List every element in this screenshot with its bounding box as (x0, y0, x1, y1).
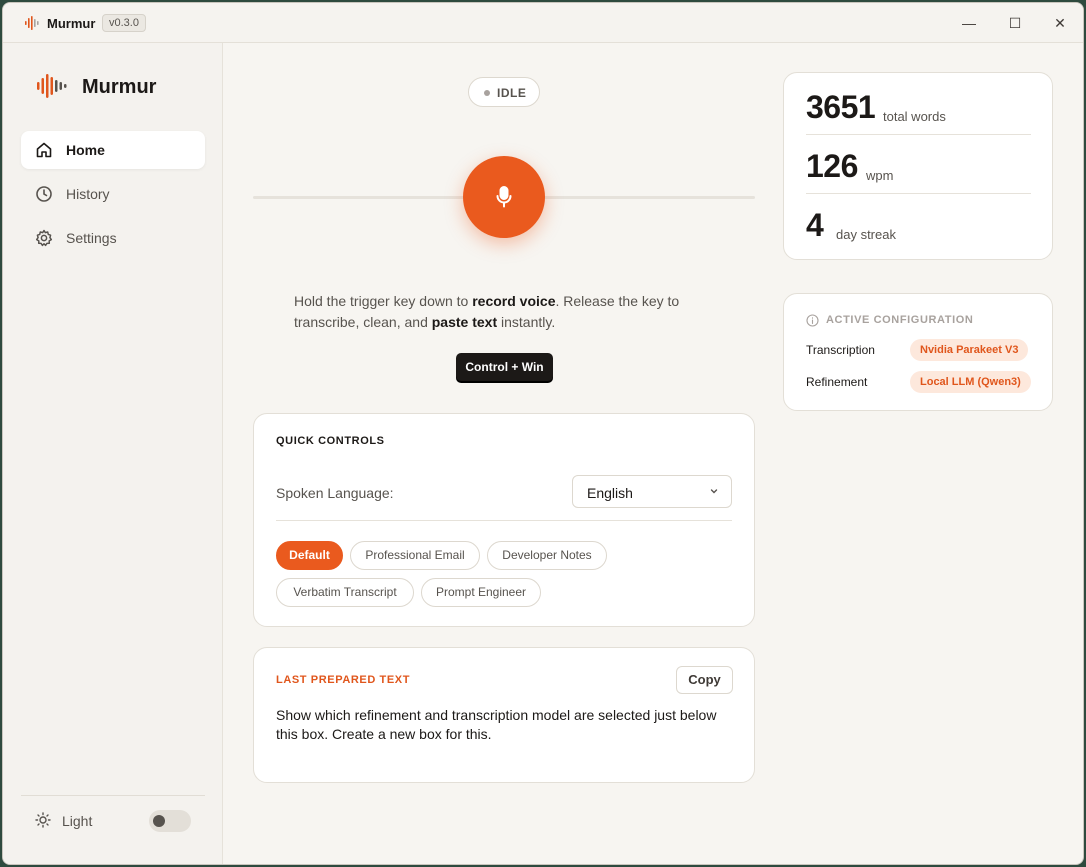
window-title: Murmur (47, 16, 96, 31)
config-label-refinement: Refinement (806, 375, 868, 389)
theme-label: Light (62, 813, 93, 829)
version-badge: v0.3.0 (102, 14, 146, 32)
stat-value: 4 (806, 207, 824, 243)
gear-icon (35, 229, 53, 247)
divider (806, 134, 1031, 135)
sidebar: Murmur Home History Settings Light (3, 43, 223, 864)
stat-wpm: 126 wpm (806, 148, 1031, 206)
maximize-button[interactable]: ☐ (1005, 13, 1025, 33)
stat-label: total words (883, 109, 946, 124)
stat-label: wpm (866, 168, 894, 183)
mode-chip-professional-email[interactable]: Professional Email (350, 541, 480, 570)
quick-controls-card: QUICK CONTROLS Spoken Language: English … (253, 413, 755, 627)
card-title: ACTIVE CONFIGURATION (826, 314, 974, 326)
sidebar-item-history[interactable]: History (21, 175, 205, 213)
clock-icon (36, 186, 52, 202)
mode-chip-default[interactable]: Default (276, 541, 343, 570)
language-value: English (587, 485, 633, 501)
prepared-text: Show which refinement and transcription … (276, 707, 717, 742)
sidebar-divider (21, 795, 205, 796)
instructions-part: Hold the trigger key down to (294, 293, 473, 309)
sun-icon (35, 812, 51, 828)
theme-toggle-row: Light (35, 809, 195, 833)
stat-value: 3651 (806, 89, 876, 125)
card-title: LAST PREPARED TEXT (276, 674, 411, 686)
divider (276, 520, 732, 521)
card-title: QUICK CONTROLS (276, 435, 385, 447)
sidebar-item-label: Home (66, 142, 105, 158)
close-button[interactable]: ✕ (1050, 13, 1070, 33)
stat-total-words: 3651 total words (806, 89, 1031, 147)
info-icon (806, 314, 819, 327)
app-window: Murmur v0.3.0 — ☐ ✕ Murmur Home History … (2, 2, 1084, 865)
divider (806, 193, 1031, 194)
status-text: IDLE (497, 86, 527, 100)
instructions-text: Hold the trigger key down to record voic… (294, 291, 724, 333)
brand: Murmur (37, 73, 156, 99)
active-configuration-card: ACTIVE CONFIGURATION Transcription Nvidi… (783, 293, 1053, 411)
instructions-part: instantly. (497, 314, 556, 330)
sidebar-item-label: Settings (66, 230, 117, 246)
theme-toggle[interactable] (149, 810, 191, 832)
instructions-emphasis: record voice (472, 293, 556, 309)
status-dot (484, 90, 490, 96)
toggle-knob (153, 815, 165, 827)
stat-day-streak: 4 day streak (806, 207, 1031, 265)
copy-button[interactable]: Copy (676, 666, 733, 694)
instructions-emphasis: paste text (431, 314, 498, 330)
microphone-icon (496, 186, 512, 208)
murmur-logo-icon (37, 74, 67, 98)
murmur-logo-icon (25, 16, 39, 30)
mode-chip-prompt-engineer[interactable]: Prompt Engineer (421, 578, 541, 607)
chevron-down-icon (710, 489, 718, 494)
brand-name: Murmur (82, 76, 157, 98)
mode-chip-verbatim-transcript[interactable]: Verbatim Transcript (276, 578, 414, 607)
status-badge: IDLE (468, 77, 540, 107)
config-label-transcription: Transcription (806, 343, 875, 357)
mode-chip-developer-notes[interactable]: Developer Notes (487, 541, 607, 570)
sidebar-item-settings[interactable]: Settings (21, 219, 205, 257)
config-value-transcription: Nvidia Parakeet V3 (910, 339, 1029, 361)
sidebar-item-label: History (66, 186, 110, 202)
language-select[interactable]: English (572, 475, 732, 508)
stats-card: 3651 total words 126 wpm 4 day streak (783, 72, 1053, 260)
home-icon (36, 142, 52, 158)
stat-label: day streak (836, 227, 896, 242)
minimize-button[interactable]: — (959, 13, 979, 33)
config-value-refinement: Local LLM (Qwen3) (910, 371, 1031, 393)
record-button[interactable] (463, 156, 545, 238)
title-bar: Murmur v0.3.0 — ☐ ✕ (3, 3, 1083, 43)
last-prepared-text-card: LAST PREPARED TEXT Copy Show which refin… (253, 647, 755, 783)
stat-value: 126 (806, 148, 858, 184)
sidebar-item-home[interactable]: Home (21, 131, 205, 169)
language-label: Spoken Language: (276, 485, 394, 501)
hotkey-badge: Control + Win (456, 353, 553, 381)
